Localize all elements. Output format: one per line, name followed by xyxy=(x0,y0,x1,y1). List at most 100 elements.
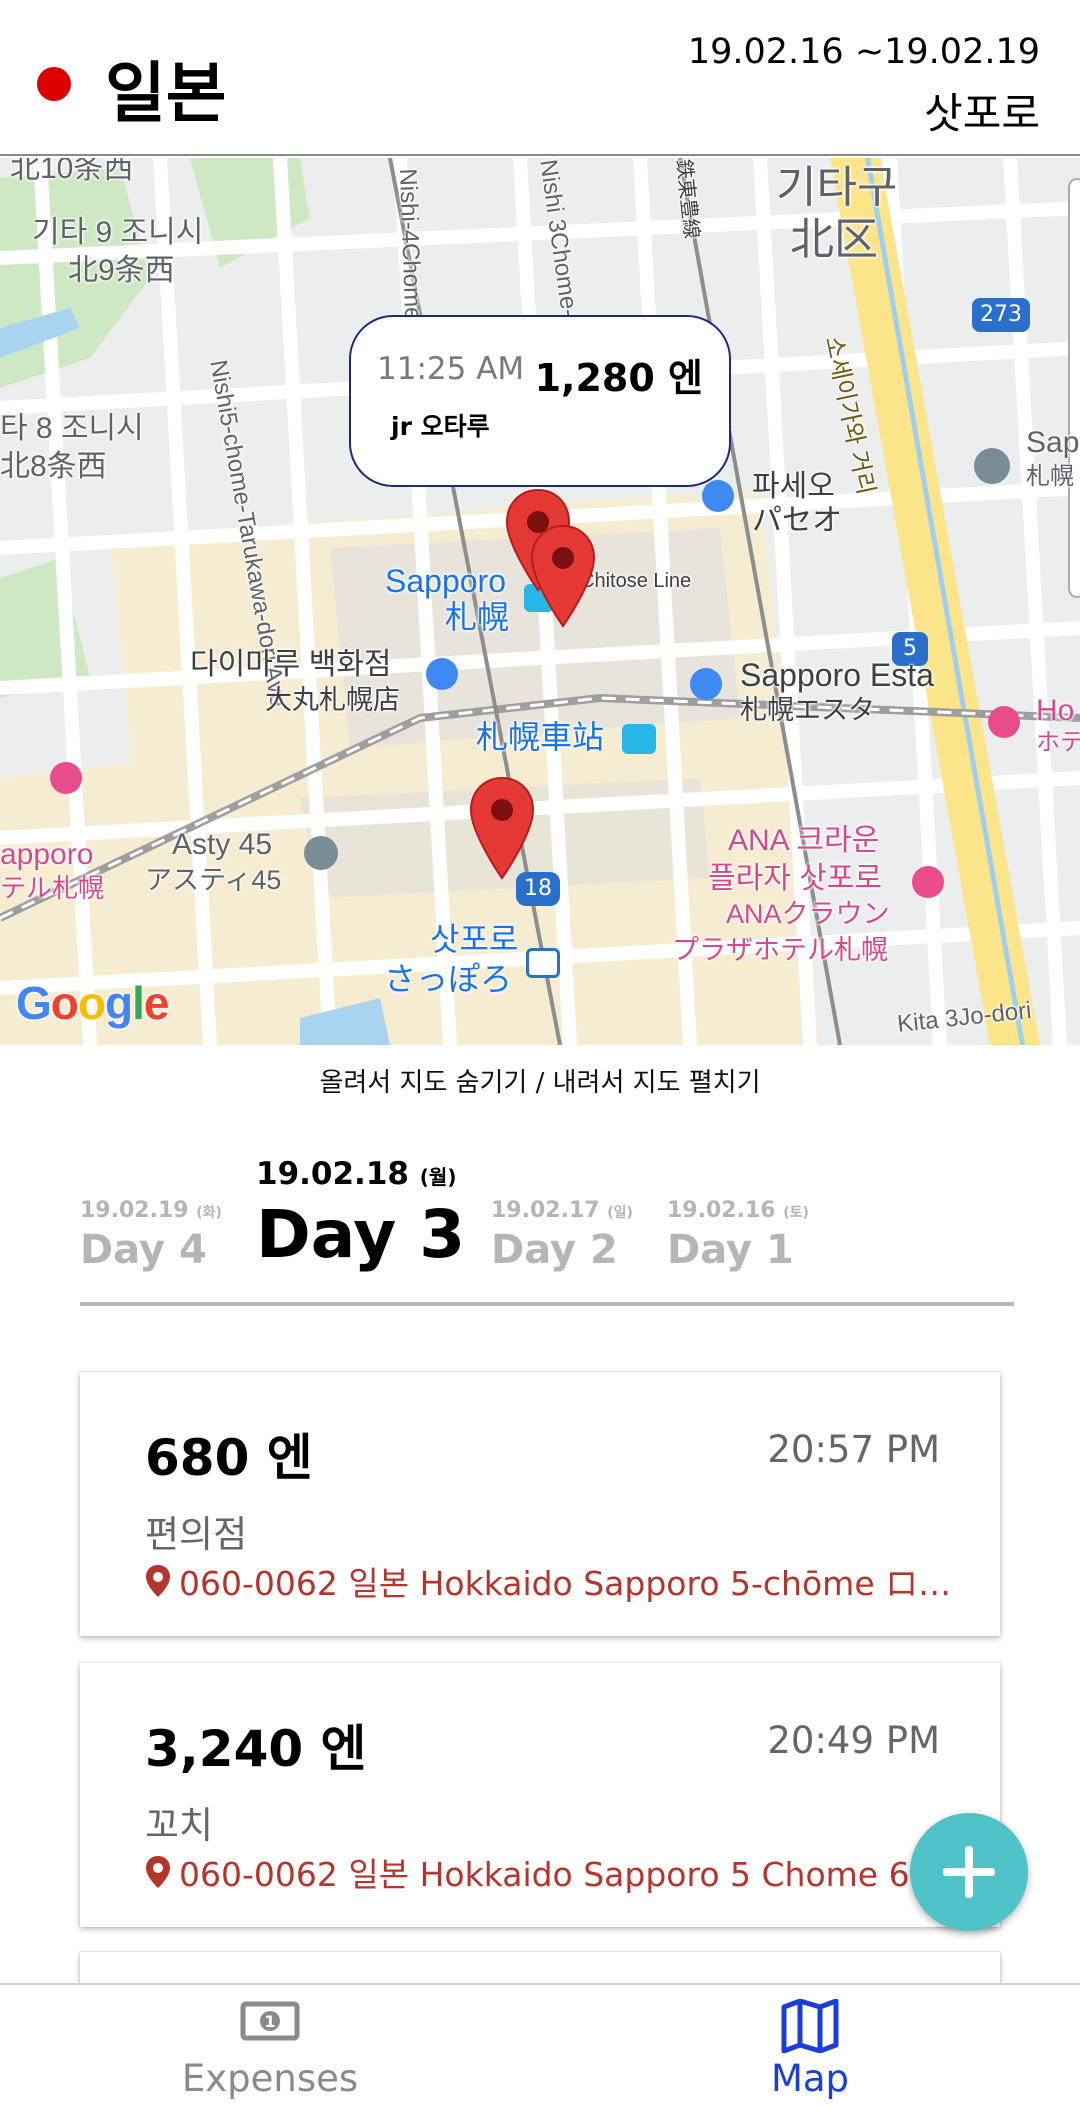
map-label: 北区 xyxy=(790,215,878,264)
money-icon: 1 xyxy=(240,2001,300,2041)
tab-weekday: (일) xyxy=(607,1205,633,1221)
landmark-pin-icon xyxy=(304,836,338,870)
tabs-divider xyxy=(80,1302,1014,1306)
map-label: Nishi-4Chome xyxy=(394,167,427,321)
tab-day-label: Day 1 xyxy=(667,1227,794,1273)
map-label: 타 8 조니시 xyxy=(0,412,144,445)
trip-date-range: 19.02.16 ~19.02.19 xyxy=(687,32,1040,72)
expense-time: 20:49 PM xyxy=(767,1719,940,1762)
location-pin-icon xyxy=(146,1565,170,1597)
callout-place: jr 오타루 xyxy=(391,412,490,441)
map-label: Asty 45 xyxy=(172,828,273,861)
map-label: Chitose Line xyxy=(580,570,692,592)
map-label: apporo xyxy=(0,838,94,871)
nav-map[interactable]: Map xyxy=(540,1985,1080,2109)
country-title: 일본 xyxy=(105,55,227,132)
expense-amount: 680 엔 xyxy=(145,1429,313,1487)
map-label: プラザホテル札幌 xyxy=(672,935,888,965)
tab-day-4[interactable]: 19.02.19 (화) Day 4 xyxy=(80,1198,222,1273)
app-header: 일본 19.02.16 ~19.02.19 삿포로 xyxy=(0,0,1080,156)
map-marker-pin[interactable] xyxy=(469,776,535,880)
location-pin-icon xyxy=(146,1856,170,1888)
tab-date: 19.02.19 xyxy=(80,1198,189,1223)
map-marker-pin[interactable] xyxy=(530,524,596,628)
tab-date: 19.02.18 xyxy=(256,1156,409,1192)
map-label: 삿포로 xyxy=(430,921,519,957)
shopping-pin-icon xyxy=(690,668,722,700)
day-tabs: 19.02.19 (화) Day 4 19.02.18 (월) Day 3 19… xyxy=(80,1150,1014,1308)
map-label: Ho xyxy=(1036,694,1075,727)
expense-category: 꼬치 xyxy=(145,1804,214,1847)
map-label: パセオ xyxy=(752,504,842,537)
train-station-icon xyxy=(622,724,656,754)
map-edge-handle[interactable] xyxy=(1068,178,1080,598)
expense-card[interactable]: 680 엔 20:57 PM 편의점 060-0062 일본 Hokkaido … xyxy=(80,1372,1000,1636)
tab-date: 19.02.16 xyxy=(667,1198,776,1223)
map-label: 北9条西 xyxy=(68,254,175,287)
map-toggle-hint[interactable]: 올려서 지도 숨기기 / 내려서 지도 펼치기 xyxy=(0,1062,1080,1099)
shopping-pin-icon xyxy=(426,658,458,690)
map-label: 기타구 xyxy=(776,163,898,212)
map-label: さっぽろ xyxy=(384,961,513,997)
tab-day-3[interactable]: 19.02.18 (월) Day 3 xyxy=(256,1156,465,1273)
shopping-pin-icon xyxy=(702,480,734,512)
expense-address: 060-0062 일본 Hokkaido Sapporo 5 Chome 6 xyxy=(145,1848,965,1896)
japan-flag-icon xyxy=(37,67,71,101)
map-label: 札幌車站 xyxy=(476,719,605,755)
map-label: アスティ45 xyxy=(145,865,282,895)
expense-address: 060-0062 일본 Hokkaido Sapporo 5-chōme ロジ.… xyxy=(145,1557,965,1605)
tab-day-label: Day 3 xyxy=(256,1196,466,1273)
tab-day-2[interactable]: 19.02.17 (일) Day 2 xyxy=(491,1198,633,1273)
expense-amount: 3,240 엔 xyxy=(145,1720,367,1778)
nav-expenses-label: Expenses xyxy=(181,2057,359,2100)
tab-day-label: Day 2 xyxy=(491,1227,618,1273)
post-office-icon xyxy=(974,448,1010,484)
tab-weekday: (토) xyxy=(783,1205,809,1221)
map-label: 大丸札幌店 xyxy=(265,685,400,715)
map-label: テル札幌 xyxy=(0,873,105,903)
map-label: ANA 크라운 xyxy=(728,824,880,857)
map-label: 파세오 xyxy=(752,470,835,503)
nav-expenses[interactable]: 1 Expenses xyxy=(0,1985,540,2109)
hotel-pin-icon xyxy=(912,866,944,898)
hotel-pin-icon xyxy=(988,706,1020,738)
map-label: 札幌 xyxy=(1026,463,1074,490)
map-label: 札幌エスタ xyxy=(740,695,875,725)
google-logo: Google xyxy=(16,977,169,1029)
map-label: 기타 9 조니시 xyxy=(32,216,204,249)
tab-date: 19.02.17 xyxy=(491,1198,600,1223)
expense-time: 20:57 PM xyxy=(767,1428,940,1471)
map-label: Sapporo Esta xyxy=(740,657,934,693)
map-label: ホテ xyxy=(1036,729,1080,756)
plus-icon xyxy=(943,1846,995,1898)
trip-city: 삿포로 xyxy=(924,89,1040,138)
svg-text:1: 1 xyxy=(264,2012,275,2031)
route-shield-273: 273 xyxy=(972,298,1030,332)
map-label: 北10条西 xyxy=(10,158,134,185)
hotel-pin-icon xyxy=(50,762,82,794)
map-label: 다이마루 백화점 xyxy=(190,648,392,681)
expense-address-text: 060-0062 일본 Hokkaido Sapporo 5 Chome 6 xyxy=(179,1855,910,1894)
add-expense-button[interactable] xyxy=(910,1813,1028,1931)
map-label: Sapporo Po xyxy=(1026,426,1080,459)
map-view[interactable]: 北10条西 기타 9 조니시 北9条西 타 8 조니시 北8条西 Nishi5-… xyxy=(0,158,1080,1045)
map-label: 北8条西 xyxy=(0,450,107,483)
map-label: 札幌 xyxy=(445,599,510,635)
tab-weekday: (월) xyxy=(419,1165,457,1189)
callout-time: 11:25 AM xyxy=(377,351,525,387)
bottom-navigation: 1 Expenses Map xyxy=(0,1983,1080,2109)
expense-card[interactable]: 3,240 엔 20:49 PM 꼬치 060-0062 일본 Hokkaido… xyxy=(80,1663,1000,1927)
map-label: Sapporo xyxy=(385,563,506,599)
map-label: 플라자 삿포로 xyxy=(708,862,882,895)
expense-address-text: 060-0062 일본 Hokkaido Sapporo 5-chōme ロジ.… xyxy=(179,1564,965,1603)
callout-amount: 1,280 엔 xyxy=(534,356,703,400)
subway-station-icon xyxy=(526,948,560,978)
tab-day-label: Day 4 xyxy=(80,1227,207,1273)
map-label: ANAクラウン xyxy=(726,899,890,929)
map-icon xyxy=(781,1999,839,2053)
tab-weekday: (화) xyxy=(196,1205,222,1221)
nav-map-label: Map xyxy=(770,2057,850,2100)
map-marker-callout[interactable]: 11:25 AM 1,280 엔 jr 오타루 xyxy=(349,315,731,487)
expense-category: 편의점 xyxy=(145,1513,248,1556)
tab-day-1[interactable]: 19.02.16 (토) Day 1 xyxy=(667,1198,809,1273)
